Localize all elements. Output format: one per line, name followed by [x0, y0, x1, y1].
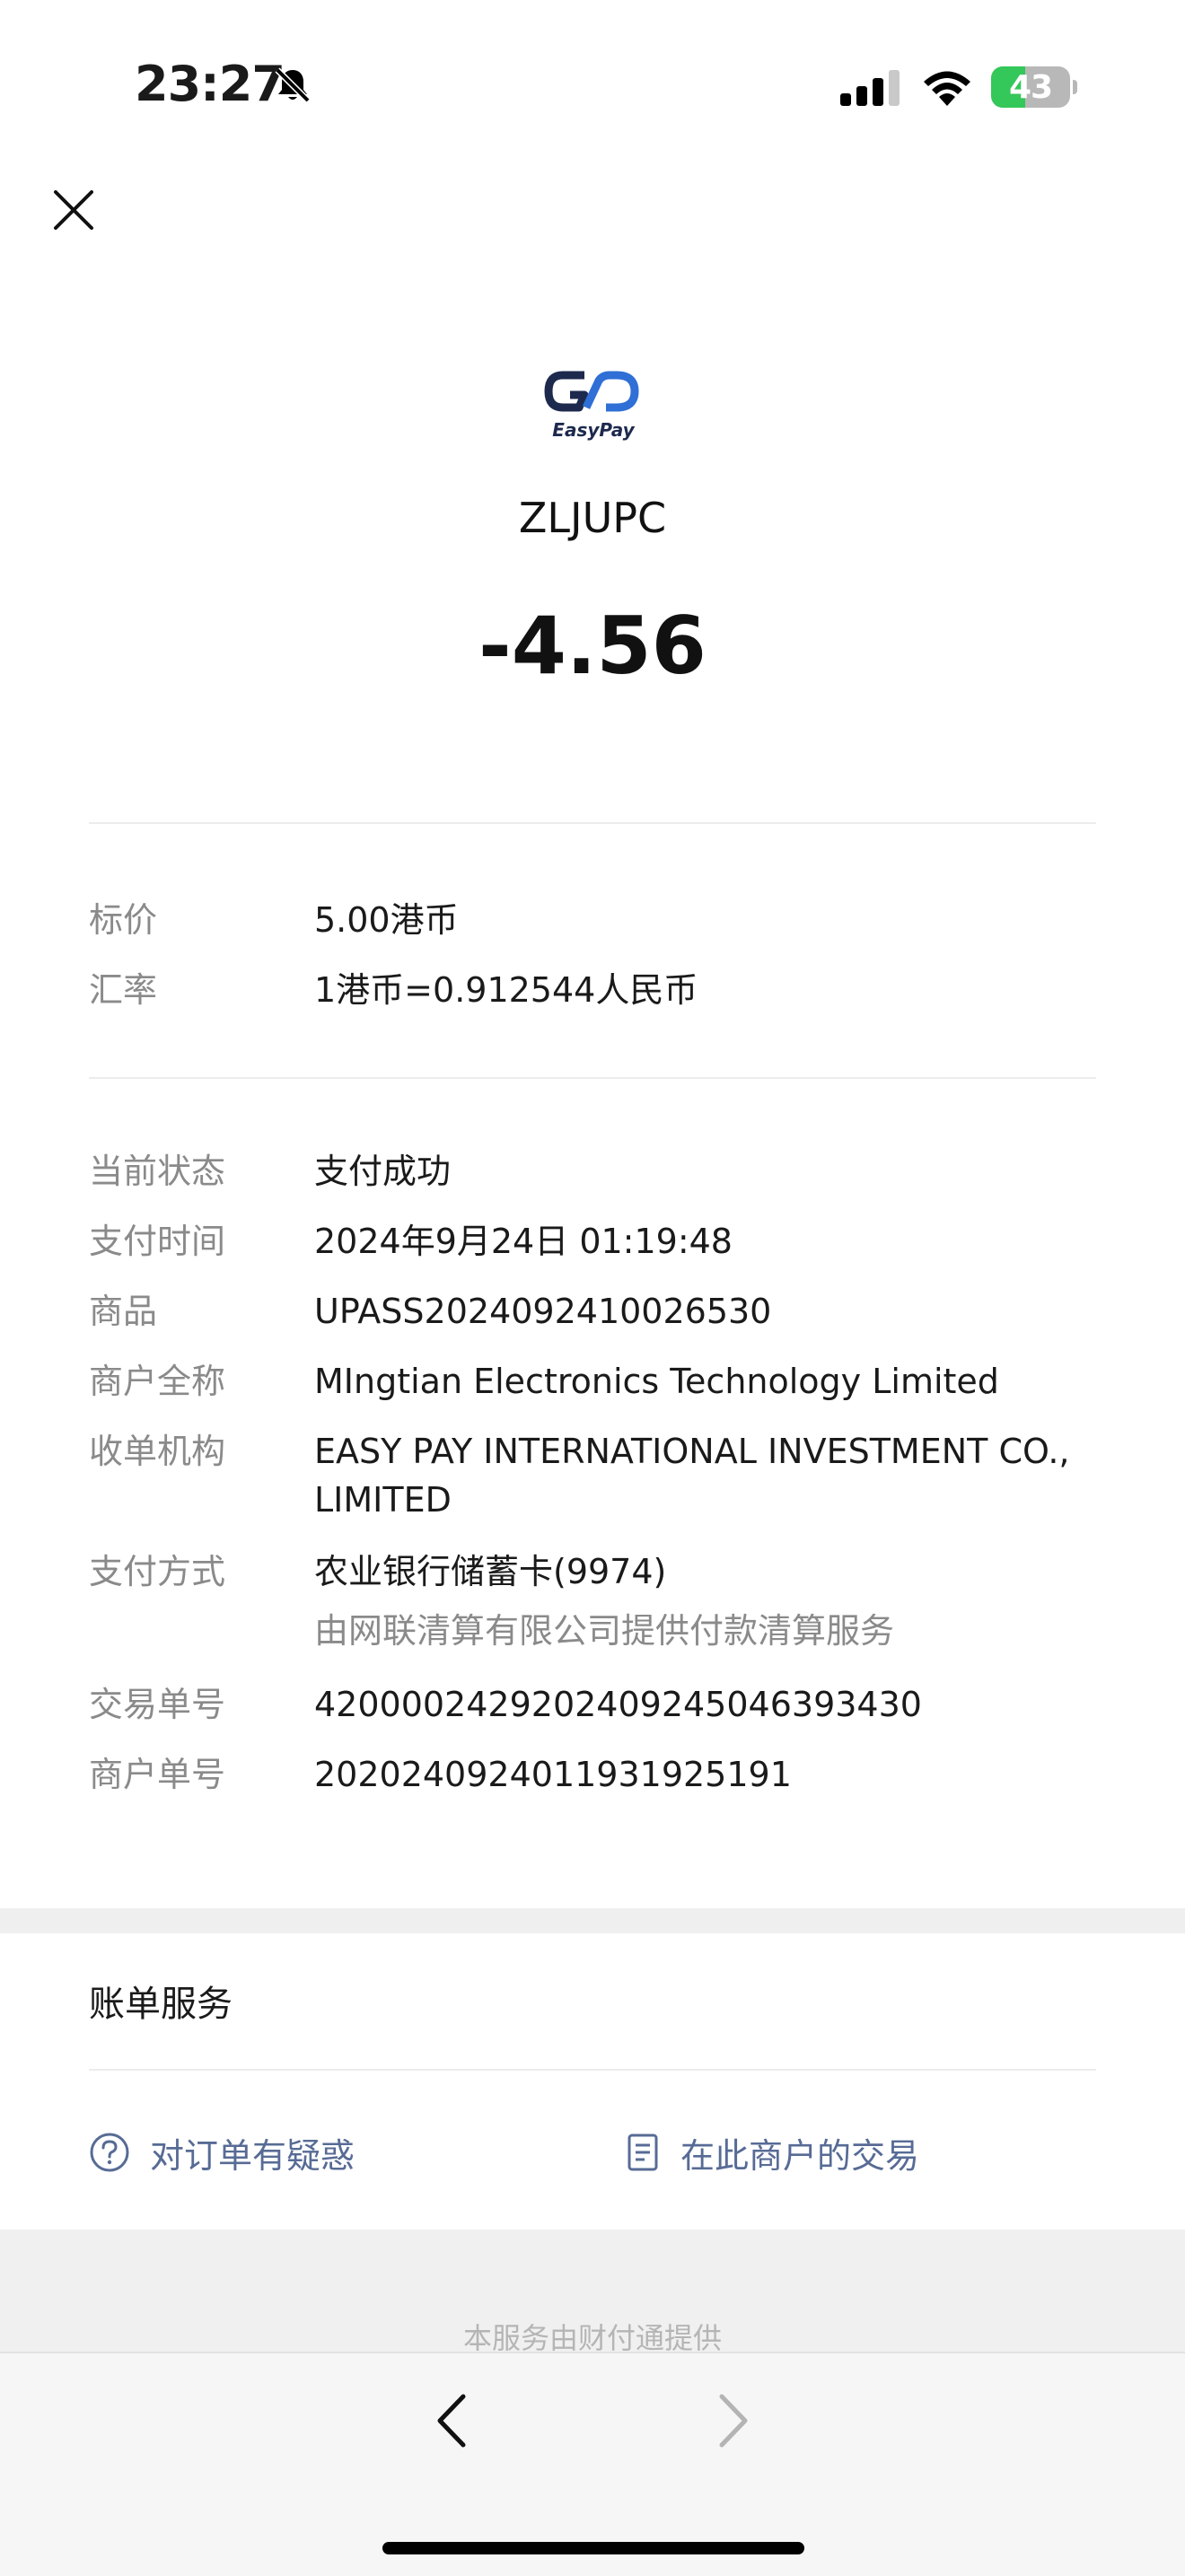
divider	[89, 1077, 1096, 1079]
order-question-link[interactable]: 对订单有疑惑	[89, 2127, 355, 2177]
close-icon[interactable]	[50, 187, 97, 233]
merchant-logo-icon: EasyPay	[544, 371, 639, 441]
section-separator	[0, 1908, 1185, 1933]
clearing-service-note: 由网联清算有限公司提供付款清算服务	[314, 1611, 895, 1651]
acquirer-label: 收单机构	[89, 1432, 226, 1471]
transaction-id-value: 4200002429202409245046393430	[314, 1685, 922, 1724]
price-label: 标价	[89, 900, 158, 940]
payment-method-value: 农业银行储蓄卡(9974)	[314, 1552, 667, 1591]
question-circle-icon	[90, 2133, 129, 2172]
merchant-name: ZLJUPC	[518, 494, 667, 542]
merchant-order-id-value: 2020240924011931925191	[314, 1755, 792, 1794]
status-label: 当前状态	[89, 1152, 226, 1191]
merchant-fullname-value: MIngtian Electronics Technology Limited	[314, 1362, 999, 1401]
document-icon	[628, 2134, 658, 2171]
forward-arrow-icon[interactable]	[700, 2389, 763, 2452]
status-time: 23:27	[135, 56, 285, 112]
footer-band: 本服务由财付通提供	[0, 2230, 1185, 2352]
cellular-signal-icon	[840, 70, 900, 106]
battery-percent: 43	[1008, 69, 1053, 106]
status-bar: 23:27 43	[0, 0, 1185, 171]
browser-toolbar	[0, 2352, 1185, 2576]
exchange-rate-value: 1港币=0.912544人民币	[314, 970, 698, 1010]
status-value: 支付成功	[314, 1152, 452, 1191]
payment-method-label: 支付方式	[89, 1552, 226, 1591]
payment-time-value: 2024年9月24日 01:19:48	[314, 1222, 733, 1261]
exchange-rate-label: 汇率	[89, 970, 158, 1010]
divider	[89, 822, 1096, 824]
payment-time-label: 支付时间	[89, 1222, 226, 1261]
service-provider-note: 本服务由财付通提供	[462, 2321, 722, 2352]
wifi-icon	[924, 71, 970, 106]
back-arrow-icon[interactable]	[422, 2389, 485, 2452]
price-value: 5.00港币	[314, 900, 459, 940]
acquirer-value: EASY PAY INTERNATIONAL INVESTMENT CO., L…	[314, 1432, 1070, 1520]
bell-muted-icon	[275, 67, 311, 103]
bill-service-title: 账单服务	[89, 1984, 233, 2025]
merchant-fullname-label: 商户全称	[89, 1362, 226, 1401]
merchant-transactions-link[interactable]: 在此商户的交易	[625, 2127, 919, 2177]
order-question-label: 对订单有疑惑	[150, 2135, 356, 2176]
merchant-transactions-label: 在此商户的交易	[680, 2135, 920, 2176]
battery-icon: 43	[991, 66, 1077, 108]
product-label: 商品	[89, 1292, 158, 1331]
logo-wordmark: EasyPay	[552, 419, 635, 441]
product-value: UPASS2024092410026530	[314, 1292, 772, 1331]
home-indicator	[382, 2542, 804, 2554]
transaction-id-label: 交易单号	[89, 1685, 226, 1724]
payment-amount: -4.56	[478, 600, 707, 692]
divider	[89, 2069, 1096, 2071]
merchant-order-id-label: 商户单号	[89, 1755, 226, 1794]
